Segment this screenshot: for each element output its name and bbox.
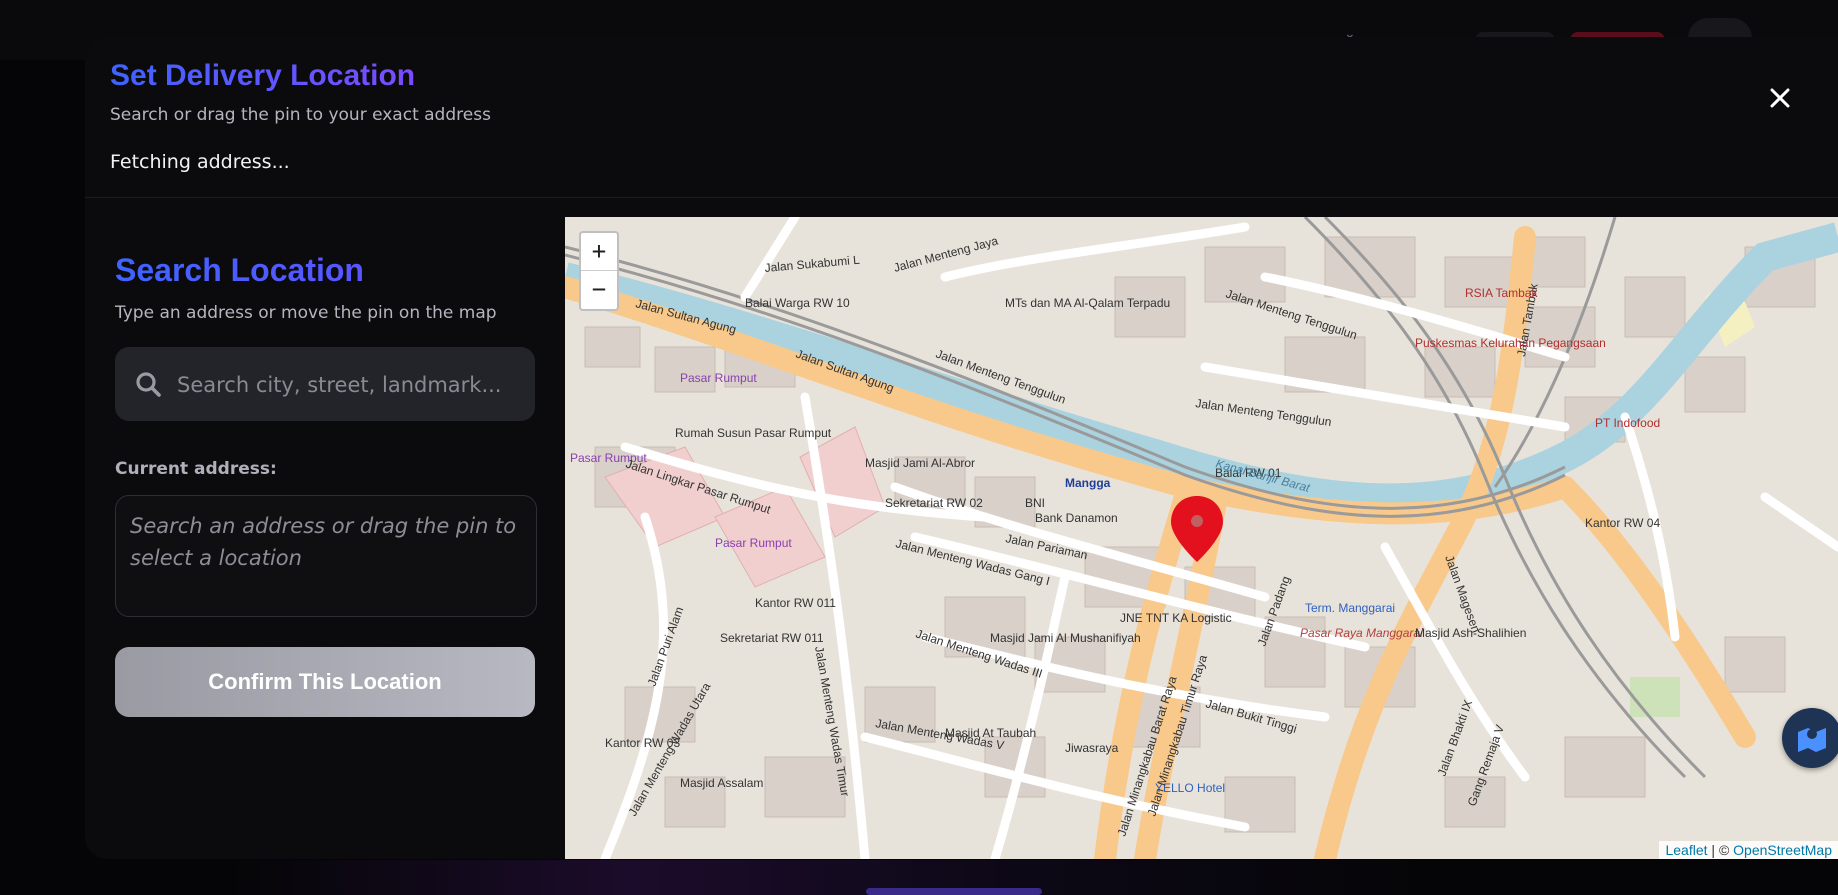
modal-title: Set Delivery Location	[110, 59, 416, 92]
map-view[interactable]: Jalan Sultan Agung Jalan Sultan Agung Ja…	[565, 217, 1838, 859]
map-label: Rumah Susun Pasar Rumput	[675, 426, 832, 440]
zoom-control: + −	[579, 231, 619, 311]
search-title: Search Location	[115, 252, 535, 289]
zoom-out-button[interactable]: −	[581, 271, 617, 308]
modal-subtitle: Search or drag the pin to your exact add…	[110, 105, 491, 125]
map-label: JNE TNT KA Logistic	[1120, 611, 1232, 625]
map-label: Mangga	[1065, 476, 1111, 490]
map-label: Kantor RW 04	[1585, 516, 1660, 530]
map-label: MTs dan MA Al-Qalam Terpadu	[1005, 296, 1170, 310]
modal-header: Set Delivery Location Search or drag the…	[85, 37, 1838, 198]
map-layers-button[interactable]	[1782, 708, 1838, 768]
background-bar	[866, 888, 1042, 895]
confirm-location-button[interactable]: Confirm This Location	[115, 647, 535, 717]
map-label: RSIA Tambak	[1465, 286, 1538, 300]
location-pin-icon[interactable]	[1167, 494, 1227, 564]
current-address-label: Current address:	[115, 459, 277, 479]
map-label: Masjid Assalam	[680, 776, 763, 790]
map-label: Pasar Rumput	[715, 536, 792, 550]
map-label: Masjid Jami Al-Abror	[865, 456, 975, 470]
map-label: Jiwasraya	[1065, 741, 1119, 755]
map-label: Sekretariat RW 02	[885, 496, 983, 510]
delivery-location-modal: Set Delivery Location Search or drag the…	[85, 37, 1838, 859]
map-label: Bank Danamon	[1035, 511, 1118, 525]
map-label: Term. Manggarai	[1305, 601, 1395, 615]
map-label: Masjid At Taubah	[945, 726, 1036, 740]
address-status: Fetching address...	[110, 151, 290, 173]
search-panel: Search Location Type an address or move …	[115, 252, 537, 717]
close-icon	[1770, 88, 1790, 108]
map-label: PT Indofood	[1595, 416, 1660, 430]
map-attribution: Leaflet | © OpenStreetMap	[1659, 841, 1838, 859]
current-address-field: Search an address or drag the pin to sel…	[115, 495, 537, 617]
zoom-in-button[interactable]: +	[581, 233, 617, 271]
map-label: Masjid Jami Al Mushanifiyah	[990, 631, 1141, 645]
search-box[interactable]	[115, 347, 535, 423]
search-icon	[136, 372, 161, 397]
search-subtitle: Type an address or move the pin on the m…	[115, 303, 497, 323]
map-label: Kantor RW 03	[605, 736, 680, 750]
search-input[interactable]	[175, 347, 524, 423]
map-label: Sekretariat RW 011	[720, 631, 824, 645]
map-layers-icon	[1798, 728, 1826, 752]
map-label: Kantor RW 011	[755, 596, 836, 610]
leaflet-link[interactable]: Leaflet	[1665, 842, 1707, 858]
map-label: Balai Warga RW 10	[745, 296, 850, 310]
close-button[interactable]	[1761, 79, 1799, 117]
current-address-placeholder: Search an address or drag the pin to sel…	[130, 514, 517, 570]
attribution-separator: | ©	[1707, 842, 1734, 858]
background-glow	[230, 860, 1430, 895]
osm-link[interactable]: OpenStreetMap	[1733, 842, 1832, 858]
map-label: Puskesmas Kelurahan Pegangsaan	[1415, 336, 1606, 350]
map-label: Pasar Rumput	[680, 371, 757, 385]
map-label: BNI	[1025, 496, 1045, 510]
map-label: Pasar Raya Manggarai	[1300, 626, 1423, 640]
